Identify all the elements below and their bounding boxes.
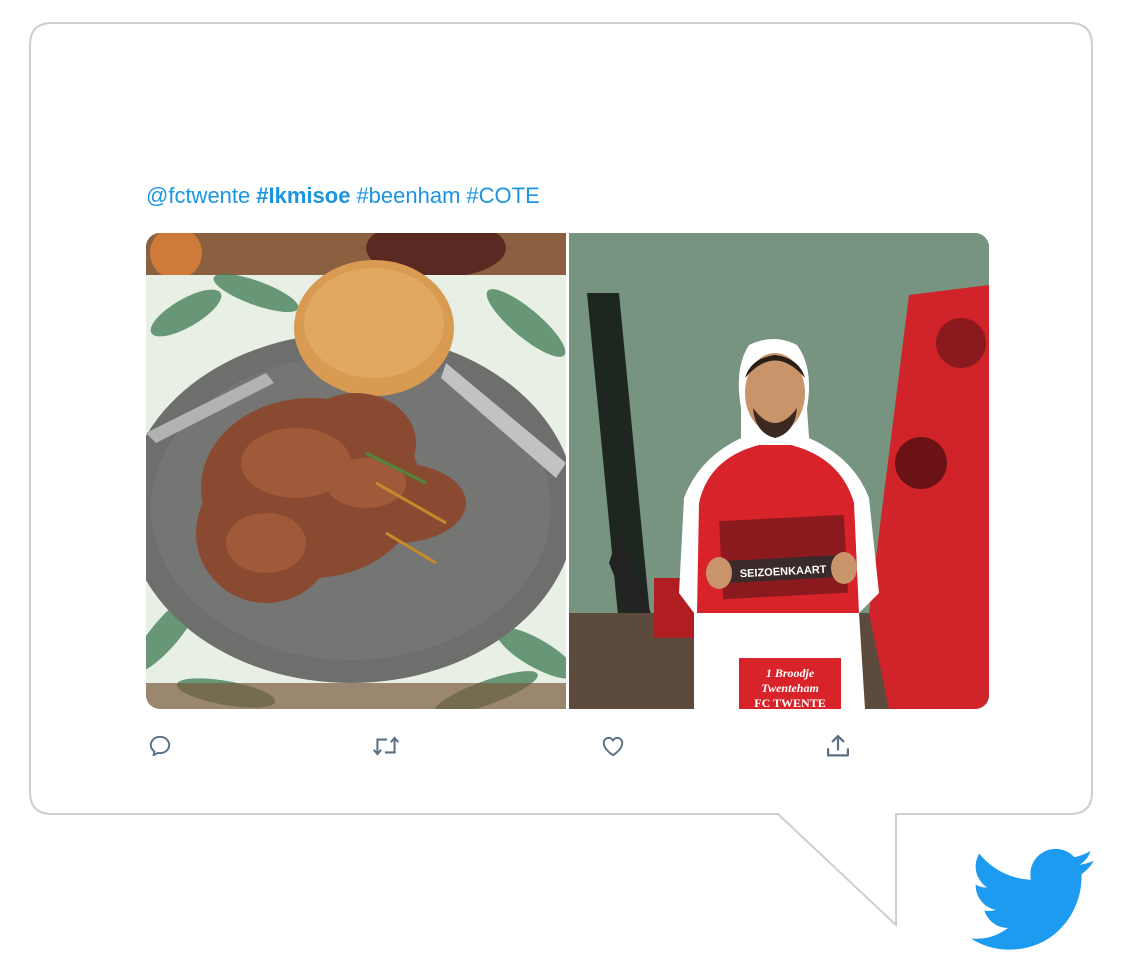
sign-line3: FC TWENTE (754, 696, 825, 709)
media-grid: SEIZOENKAART 1 Broodje Twenteham FC TWEN… (146, 233, 989, 709)
tweet-actions (145, 731, 850, 765)
food-plate-photo (146, 233, 566, 709)
reply-button[interactable] (145, 731, 175, 761)
hashtag-link[interactable]: #COTE (466, 183, 539, 208)
like-button[interactable] (598, 731, 628, 761)
reply-icon (149, 735, 171, 757)
player-cutout-photo: SEIZOENKAART 1 Broodje Twenteham FC TWEN… (569, 233, 989, 709)
share-button[interactable] (823, 731, 853, 761)
twitter-bird-icon (972, 848, 1094, 950)
mention-link[interactable]: @fctwente (146, 183, 250, 208)
hashtag-link[interactable]: #beenham (356, 183, 460, 208)
tweet-text: @fctwente #Ikmisoe #beenham #COTE (146, 183, 546, 209)
food-photo[interactable] (146, 233, 566, 709)
sign-line2: Twenteham (761, 681, 819, 695)
share-icon (826, 734, 850, 757)
hashtag-link[interactable]: #Ikmisoe (256, 183, 350, 208)
sign-line1: 1 Broodje (766, 666, 815, 680)
retweet-button[interactable] (371, 731, 401, 761)
like-icon (602, 736, 624, 757)
retweet-icon (372, 736, 400, 756)
player-photo[interactable]: SEIZOENKAART 1 Broodje Twenteham FC TWEN… (569, 233, 989, 709)
